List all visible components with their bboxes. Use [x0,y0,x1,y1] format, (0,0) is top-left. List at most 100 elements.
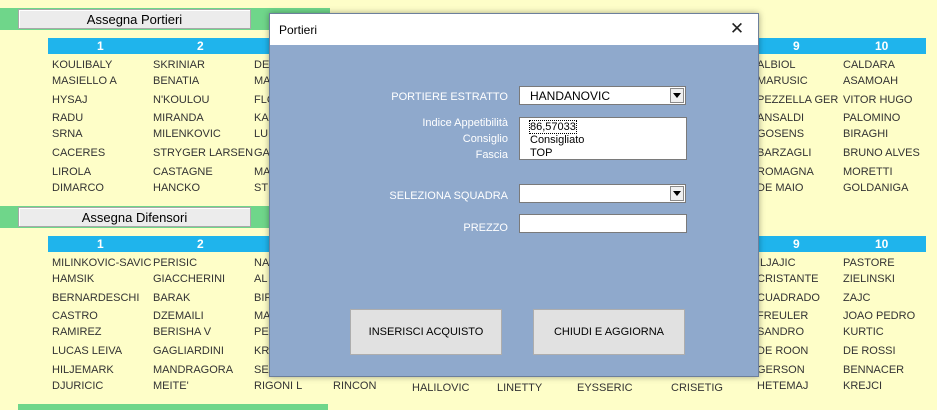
sheet-cell[interactable]: SKRINIAR [153,59,205,71]
sheet-cell[interactable]: GIACCHERINI [153,273,225,285]
chiudi-e-aggiorna-button[interactable]: CHIUDI E AGGIORNA [533,309,685,355]
inserisci-acquisto-button[interactable]: INSERISCI ACQUISTO [350,309,502,355]
assegna-difensori-button[interactable]: Assegna Difensori [18,207,251,227]
sheet-cell[interactable]: PERISIC [153,257,197,269]
sheet-cell[interactable]: PEZZELLA GER [757,94,838,106]
sheet-cell[interactable]: HANCKO [153,182,200,194]
sheet-cell[interactable]: BERISHA V [153,326,211,338]
sheet-cell[interactable]: KURTIC [843,326,884,338]
sheet-cell[interactable]: PALOMINO [843,112,900,124]
sheet-cell[interactable]: AL [254,273,267,285]
sheet-cell[interactable]: HILJEMARK [52,364,114,376]
sheet-cell[interactable]: ILJAJIC [757,257,796,269]
col-header-9: 9 [793,237,800,251]
chevron-down-icon[interactable] [670,186,684,201]
sheet-cell[interactable]: BENNACER [843,364,904,376]
sheet-cell[interactable]: CRISETIG [671,382,723,394]
close-icon[interactable]: ✕ [724,18,750,40]
sheet-cell[interactable]: CASTRO [52,310,98,322]
sheet-cell[interactable]: HETEMAJ [757,380,808,392]
sheet-cell[interactable]: ANSALDI [757,112,804,124]
sheet-cell[interactable]: SE [254,364,269,376]
info-listbox[interactable]: 86,57033 Consigliato TOP [519,117,687,160]
sheet-cell[interactable]: BIRAGHI [843,128,888,140]
sheet-cell[interactable]: KA [254,112,269,124]
portiere-estratto-combo[interactable]: HANDANOVIC [519,86,686,105]
sheet-cell[interactable]: BARAK [153,292,190,304]
sheet-cell[interactable]: CASTAGNE [153,166,213,178]
sheet-cell[interactable]: DE ROSSI [843,345,896,357]
sheet-cell[interactable]: SRNA [52,128,83,140]
sheet-cell[interactable]: GOLDANIGA [843,182,908,194]
sheet-cell[interactable]: MIRANDA [153,112,204,124]
sheet-cell[interactable]: ASAMOAH [843,75,898,87]
sheet-cell[interactable]: PASTORE [843,257,895,269]
sheet-cell[interactable]: HALILOVIC [412,382,469,394]
sheet-cell[interactable]: MASIELLO A [52,75,117,87]
sheet-cell[interactable]: KREJCI [843,380,882,392]
sheet-cell[interactable]: NA [254,257,269,269]
sheet-cell[interactable]: GOSENS [757,128,804,140]
sheet-cell[interactable]: BENATIA [153,75,199,87]
col-header-2: 2 [197,39,204,53]
sheet-cell[interactable]: BERNARDESCHI [52,292,139,304]
sheet-cell[interactable]: FREULER [757,310,808,322]
sheet-cell[interactable]: ZAJC [843,292,871,304]
portiere-estratto-label: PORTIERE ESTRATTO [391,91,508,103]
sheet-cell[interactable]: STRYGER LARSEN [153,147,253,159]
sheet-cell[interactable]: LINETTY [497,382,542,394]
sheet-cell[interactable]: VITOR HUGO [843,94,912,106]
list-item[interactable]: Consigliato [530,134,584,146]
seleziona-squadra-combo[interactable] [519,184,686,203]
sheet-cell[interactable]: CRISTANTE [757,273,819,285]
sheet-cell[interactable]: KOULIBALY [52,59,112,71]
sheet-cell[interactable]: MILENKOVIC [153,128,221,140]
list-item[interactable]: TOP [530,147,552,159]
sheet-cell[interactable]: RADU [52,112,83,124]
sheet-cell[interactable]: N'KOULOU [153,94,210,106]
sheet-cell[interactable]: RAMIREZ [52,326,102,338]
sheet-cell[interactable]: BARZAGLI [757,147,811,159]
sheet-cell[interactable]: MARUSIC [757,75,808,87]
sheet-cell[interactable]: DE [254,59,269,71]
sheet-cell[interactable]: EYSSERIC [577,382,633,394]
sheet-cell[interactable]: BRUNO ALVES [843,147,920,159]
sheet-cell[interactable]: SANDRO [757,326,804,338]
sheet-cell[interactable]: CUADRADO [757,292,820,304]
sheet-cell[interactable]: JOAO PEDRO [843,310,915,322]
sheet-cell[interactable]: LU [254,128,268,140]
prezzo-input[interactable] [519,214,687,233]
sheet-cell[interactable]: GA [254,147,270,159]
sheet-cell[interactable]: DIMARCO [52,182,104,194]
sheet-cell[interactable]: RINCON [333,380,376,392]
sheet-cell[interactable]: RIGONI L [254,380,302,392]
sheet-cell[interactable]: GAGLIARDINI [153,345,224,357]
list-item[interactable]: 86,57033 [529,120,577,134]
sheet-cell[interactable]: LUCAS LEIVA [52,345,122,357]
sheet-cell[interactable]: ZIELINSKI [843,273,895,285]
sheet-cell[interactable]: KR [254,345,269,357]
sheet-cell[interactable]: ALBIOL [757,59,796,71]
sheet-cell[interactable]: DJURICIC [52,380,103,392]
portiere-estratto-value: HANDANOVIC [530,89,611,103]
sheet-cell[interactable]: MANDRAGORA [153,364,233,376]
dialog-titlebar: Portieri ✕ [270,14,758,45]
sheet-cell[interactable]: CACERES [52,147,105,159]
sheet-cell[interactable]: ROMAGNA [757,166,814,178]
sheet-cell[interactable]: HAMSIK [52,273,94,285]
prezzo-label: PREZZO [463,222,508,234]
sheet-cell[interactable]: HYSAJ [52,94,87,106]
sheet-cell[interactable]: LIROLA [52,166,91,178]
sheet-cell[interactable]: DZEMAILI [153,310,204,322]
sheet-cell[interactable]: MEITE' [153,380,189,392]
sheet-cell[interactable]: MILINKOVIC-SAVIC [52,257,151,269]
assegna-portieri-button[interactable]: Assegna Portieri [18,9,251,29]
sheet-cell[interactable]: DE MAIO [757,182,803,194]
sheet-cell[interactable]: GERSON [757,364,805,376]
sheet-cell[interactable]: CALDARA [843,59,895,71]
column-header-row-2: 1 2 [48,236,270,252]
chevron-down-icon[interactable] [670,88,684,103]
sheet-cell[interactable]: DE ROON [757,345,808,357]
sheet-cell[interactable]: MORETTI [843,166,893,178]
sheet-cell[interactable]: PE [254,326,269,338]
